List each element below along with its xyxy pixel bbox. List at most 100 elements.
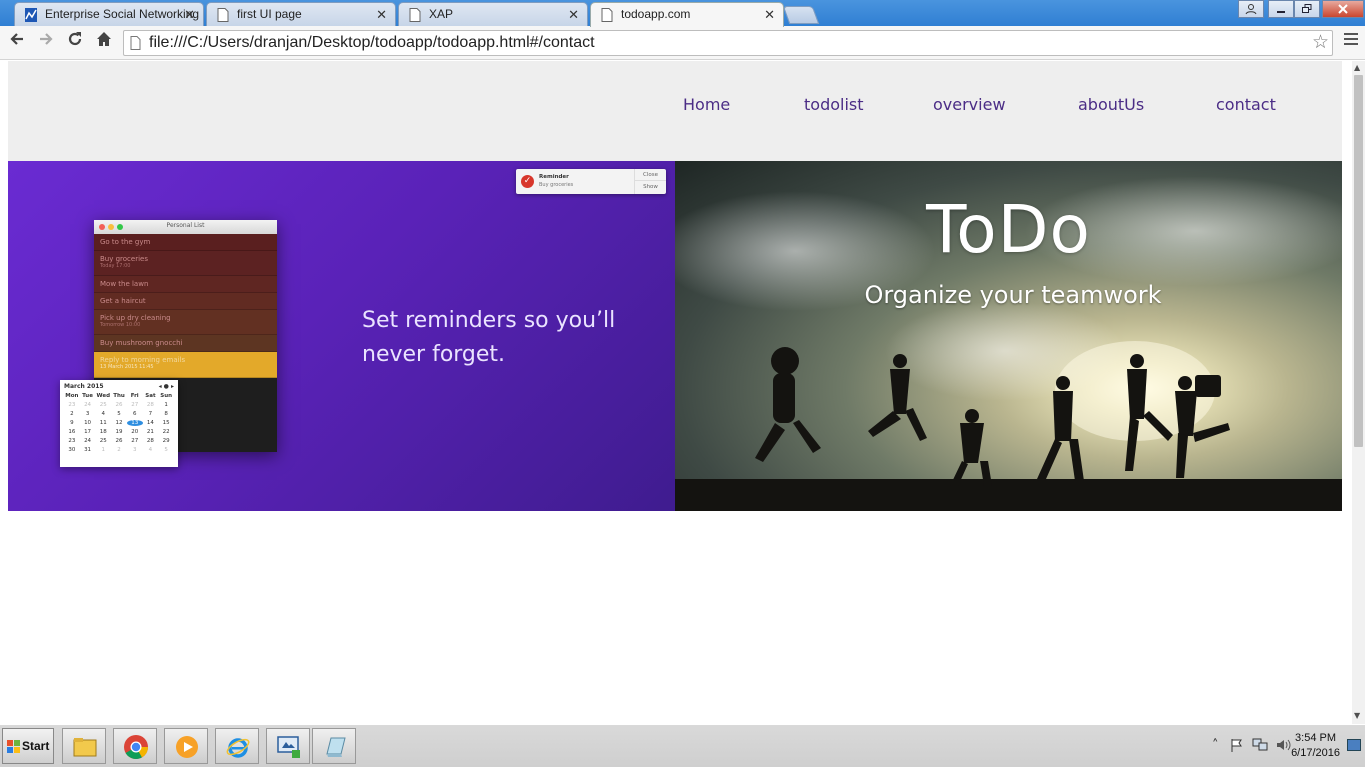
media-player-icon xyxy=(176,736,198,758)
reminder-actions: Close Show xyxy=(634,169,666,194)
scroll-up-icon[interactable]: ▲ xyxy=(1354,63,1360,72)
calendar-day: 9 xyxy=(70,420,74,426)
calendar-day: 1 xyxy=(101,447,106,453)
system-clock[interactable]: 3:54 PM 6/17/2016 xyxy=(1291,731,1340,761)
calendar-day: 10 xyxy=(84,420,92,426)
page-icon xyxy=(217,8,229,22)
mockup-titlebar: Personal List xyxy=(94,220,277,234)
show-desktop-button[interactable] xyxy=(1347,739,1361,751)
back-button[interactable] xyxy=(6,31,28,53)
calendar-day: 5 xyxy=(164,447,168,453)
calendar-day: 26 xyxy=(115,402,123,408)
browser-menu-icon[interactable] xyxy=(1344,33,1358,48)
mockup-list-item: Go to the gym xyxy=(94,234,277,251)
taskbar-notepad[interactable] xyxy=(312,728,356,764)
back-arrow-icon xyxy=(10,33,23,45)
calendar-weekday: Mon xyxy=(65,393,79,399)
remote-desktop-icon xyxy=(277,736,300,758)
mockup-title: Personal List xyxy=(166,222,205,229)
calendar-day: 6 xyxy=(132,411,137,417)
window-close-button[interactable] xyxy=(1322,0,1364,18)
tab-close-icon[interactable]: ✕ xyxy=(376,7,387,23)
tab-title: XAP xyxy=(429,7,454,21)
browser-tabstrip: Enterprise Social Networking ✕ first UI … xyxy=(0,0,1365,27)
clock-date: 6/17/2016 xyxy=(1291,747,1340,759)
tab-close-icon[interactable]: ✕ xyxy=(764,7,775,23)
calendar-day: 17 xyxy=(84,429,92,435)
calendar-day: 2 xyxy=(70,411,74,417)
nav-todolist[interactable]: todolist xyxy=(804,95,864,114)
mockup-list-item: Mow the lawn xyxy=(94,276,277,293)
scroll-down-icon[interactable]: ▼ xyxy=(1354,711,1360,720)
hero-todo-panel: ToDo Organize your teamwork xyxy=(675,161,1342,511)
calendar-grid: Mon Tue Wed Thu Fri Sat Sun 23 24 25 26 27 28 1 2 3 4 5 6 7… xyxy=(64,393,174,453)
start-button[interactable]: Start xyxy=(2,728,54,764)
bookmark-star-icon[interactable]: ☆ xyxy=(1312,31,1329,53)
calendar-nav-icon: ◂ ● ▸ xyxy=(158,383,174,390)
tab-close-icon[interactable]: ✕ xyxy=(184,7,195,23)
minimize-button[interactable] xyxy=(1268,0,1294,18)
show-hidden-icons-chevron-icon[interactable]: ˄ xyxy=(1212,738,1219,753)
calendar-day: 24 xyxy=(84,402,92,408)
mockup-list-item: Buy groceries Today 17:00 xyxy=(94,251,277,276)
taskbar-explorer[interactable] xyxy=(62,728,106,764)
calendar-day: 31 xyxy=(84,447,92,453)
restore-button[interactable] xyxy=(1294,0,1320,18)
calendar-day: 23 xyxy=(68,438,76,444)
page-icon xyxy=(130,36,141,50)
page-icon xyxy=(601,8,613,22)
browser-tab-enterprise[interactable]: Enterprise Social Networking ✕ xyxy=(14,2,204,26)
browser-tab-todoapp[interactable]: todoapp.com ✕ xyxy=(590,2,784,27)
taskbar-remote-desktop[interactable] xyxy=(266,728,310,764)
calendar-month: March 2015 xyxy=(64,383,104,390)
tab-close-icon[interactable]: ✕ xyxy=(568,7,579,23)
calendar-day: 14 xyxy=(146,420,154,426)
nav-home[interactable]: Home xyxy=(683,95,730,114)
mockup-list-item: Get a haircut xyxy=(94,293,277,310)
taskbar-media-player[interactable] xyxy=(164,728,208,764)
reminder-subtitle: Buy groceries xyxy=(539,182,574,188)
address-bar[interactable]: file:///C:/Users/dranjan/Desktop/todoapp… xyxy=(123,30,1333,56)
close-icon xyxy=(1338,4,1348,14)
calendar-day: 12 xyxy=(115,420,123,426)
hero-tagline: Set reminders so you’ll never forget. xyxy=(362,308,616,367)
calendar-weekday: Sat xyxy=(145,393,156,399)
hero-title: ToDo xyxy=(926,191,1091,268)
scroll-thumb[interactable] xyxy=(1354,75,1363,447)
calendar-day: 2 xyxy=(117,447,121,453)
calendar-day: 29 xyxy=(162,438,170,444)
new-tab-button[interactable] xyxy=(782,6,820,24)
nav-aboutus[interactable]: aboutUs xyxy=(1078,95,1144,114)
calendar-day: 4 xyxy=(101,411,106,417)
page-viewport: Home todolist overview aboutUs contact ✓… xyxy=(0,61,1352,724)
calendar-day: 3 xyxy=(132,447,137,453)
taskbar-chrome[interactable] xyxy=(113,728,157,764)
forward-button[interactable] xyxy=(35,31,57,53)
reload-button[interactable] xyxy=(64,31,86,53)
browser-tab-xap[interactable]: XAP ✕ xyxy=(398,2,588,26)
calendar-day: 24 xyxy=(84,438,92,444)
volume-icon[interactable] xyxy=(1276,738,1292,752)
address-url[interactable]: file:///C:/Users/dranjan/Desktop/todoapp… xyxy=(149,34,595,52)
taskbar-internet-explorer[interactable] xyxy=(215,728,259,764)
calendar-day: 8 xyxy=(164,411,168,417)
chart-favicon-icon xyxy=(25,8,37,22)
nav-contact[interactable]: contact xyxy=(1216,95,1276,114)
calendar-day: 11 xyxy=(99,420,107,426)
calendar-day: 27 xyxy=(131,438,139,444)
browser-tab-first-ui[interactable]: first UI page ✕ xyxy=(206,2,396,26)
internet-explorer-icon xyxy=(226,738,250,758)
page-scrollbar[interactable]: ▲ ▼ xyxy=(1352,61,1365,724)
reminder-title: Reminder xyxy=(539,174,569,180)
tab-title: first UI page xyxy=(237,7,302,21)
reminder-close-label: Close xyxy=(635,169,666,181)
network-icon[interactable] xyxy=(1252,738,1268,752)
calendar-day: 20 xyxy=(131,429,139,435)
user-profile-button[interactable] xyxy=(1238,0,1264,18)
calendar-day-today: 13 xyxy=(126,420,143,426)
home-button[interactable] xyxy=(93,31,115,53)
nav-overview[interactable]: overview xyxy=(933,95,1006,114)
action-center-flag-icon[interactable] xyxy=(1230,738,1244,752)
system-tray: ˄ 3:54 PM 6/17/2016 xyxy=(1190,725,1365,767)
windows-logo-icon xyxy=(7,740,20,753)
